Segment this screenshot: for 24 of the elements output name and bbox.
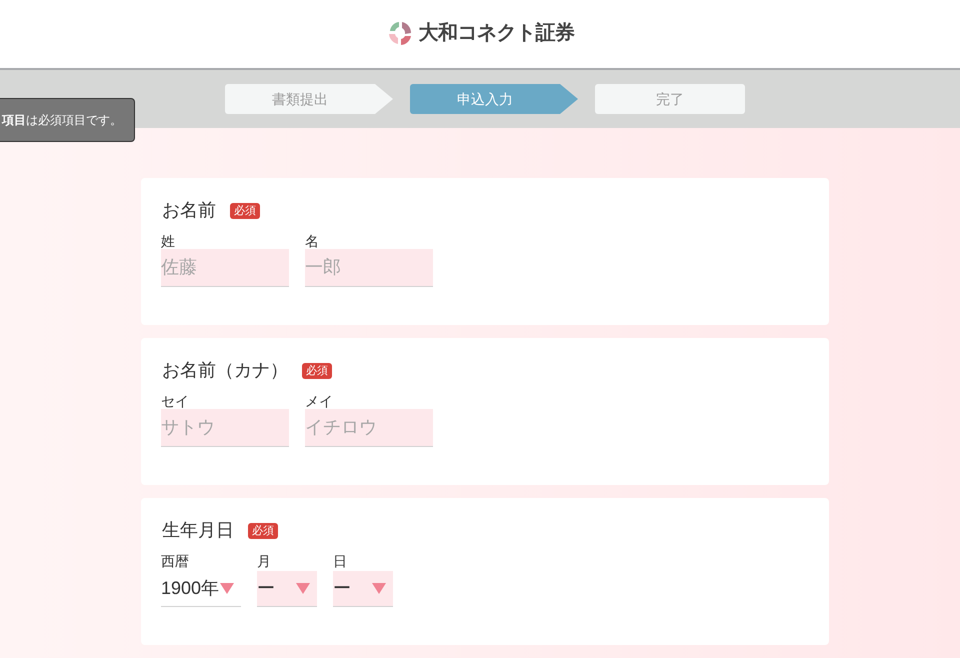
caret-icon: [372, 583, 386, 594]
field-label: 日: [333, 553, 348, 569]
section-title: お名前: [162, 198, 216, 222]
required-badge: 必須: [230, 203, 260, 219]
caret-icon: [296, 583, 310, 594]
section-title: お名前（カナ）: [162, 358, 288, 382]
tooltip: 項目は必須項目です。: [0, 98, 135, 142]
text-field[interactable]: サトウ: [161, 409, 289, 447]
logo-text: 大和コネクト証券: [418, 21, 574, 46]
field-label: メイ: [305, 393, 334, 409]
text-field[interactable]: イチロウ: [305, 409, 433, 447]
field-label: 西暦: [161, 553, 190, 569]
field-label: セイ: [161, 393, 190, 409]
field-label: 月: [257, 553, 272, 569]
select-field[interactable]: ー: [257, 571, 317, 607]
text-field[interactable]: 佐藤: [161, 249, 289, 287]
caret-icon: [220, 583, 234, 594]
required-badge: 必須: [302, 363, 332, 379]
text-field[interactable]: 一郎: [305, 249, 433, 287]
select-field[interactable]: ー: [333, 571, 393, 607]
field-label: 名: [305, 233, 320, 249]
field-label: 姓: [161, 233, 176, 249]
required-badge: 必須: [248, 523, 278, 539]
section-title: 生年月日: [162, 518, 234, 542]
